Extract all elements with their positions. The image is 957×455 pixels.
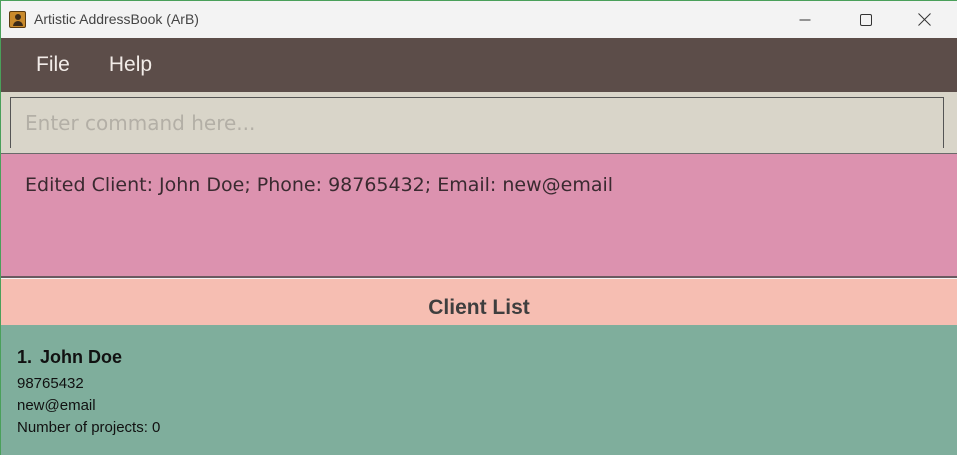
- window-title: Artistic AddressBook (ArB): [34, 11, 199, 27]
- client-card[interactable]: 1. John Doe 98765432 new@email Number of …: [17, 347, 160, 439]
- close-button[interactable]: [901, 1, 947, 38]
- client-name-row: 1. John Doe: [17, 347, 160, 368]
- result-display: Edited Client: John Doe; Phone: 98765432…: [1, 154, 957, 278]
- maximize-button[interactable]: [843, 1, 889, 38]
- menu-help[interactable]: Help: [105, 53, 156, 77]
- menu-file[interactable]: File: [32, 53, 74, 77]
- client-list[interactable]: 1. John Doe 98765432 new@email Number of …: [1, 325, 957, 455]
- command-box: [1, 92, 957, 154]
- minimize-icon: [799, 19, 811, 20]
- client-list-title: Client List: [428, 296, 530, 319]
- app-window: Artistic AddressBook (ArB) File Help Edi…: [1, 1, 957, 455]
- command-input[interactable]: [10, 97, 944, 148]
- client-name: John Doe: [40, 347, 123, 367]
- minimize-button[interactable]: [782, 1, 828, 38]
- menu-bar: File Help: [1, 38, 957, 92]
- client-phone: 98765432: [17, 375, 84, 392]
- title-bar[interactable]: Artistic AddressBook (ArB): [1, 1, 957, 38]
- client-projects: Number of projects: 0: [17, 419, 161, 436]
- client-list-header: Client List: [1, 279, 957, 325]
- maximize-icon: [860, 13, 872, 26]
- result-message: Edited Client: John Doe; Phone: 98765432…: [25, 174, 614, 196]
- client-email: new@email: [17, 397, 96, 414]
- close-icon: [917, 13, 931, 26]
- addressbook-icon: [9, 11, 26, 28]
- client-index: 1.: [17, 347, 33, 367]
